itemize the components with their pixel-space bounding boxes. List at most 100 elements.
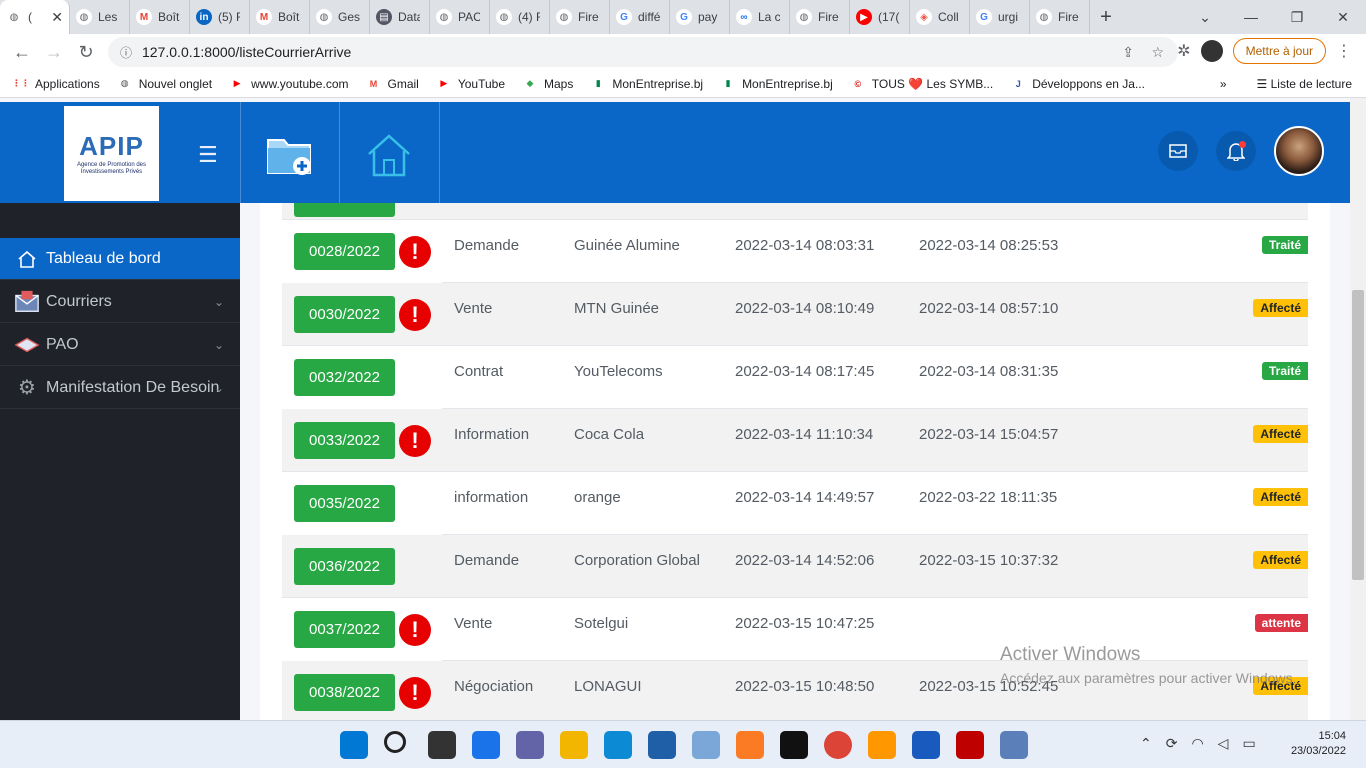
courrier-number-button[interactable]: 0028/2022 bbox=[294, 233, 395, 270]
browser-tab[interactable]: ◍ Ges bbox=[310, 0, 370, 34]
edge-icon[interactable] bbox=[604, 731, 632, 759]
chrome-icon[interactable] bbox=[824, 731, 852, 759]
user-avatar[interactable] bbox=[1274, 126, 1324, 176]
tab-label: Fire bbox=[818, 10, 839, 24]
word-icon[interactable] bbox=[912, 731, 940, 759]
file-explorer-icon[interactable] bbox=[560, 731, 588, 759]
info-icon[interactable]: ⓘ bbox=[120, 44, 132, 61]
bookmark-item[interactable]: J Développons en Ja... bbox=[1011, 77, 1145, 91]
number-cell: 0032/2022 bbox=[282, 346, 442, 409]
notification-dot bbox=[1239, 141, 1246, 148]
processed-date-cell: 2022-03-22 18:11:35 bbox=[919, 489, 1058, 506]
browser-tab[interactable]: ▶ (17( bbox=[850, 0, 910, 34]
table-row-partial bbox=[282, 203, 1308, 220]
search-icon[interactable] bbox=[384, 731, 406, 753]
bookmark-item[interactable]: ◍ Nouvel onglet bbox=[118, 77, 212, 91]
filezilla-icon[interactable] bbox=[956, 731, 984, 759]
home-outline-icon bbox=[14, 246, 40, 272]
browser-tab[interactable]: ∞ La c bbox=[730, 0, 790, 34]
courrier-number-button[interactable]: 0033/2022 bbox=[294, 422, 395, 459]
sidebar-item-pao[interactable]: PAO ⌄ bbox=[0, 324, 240, 366]
close-window-icon[interactable]: ✕ bbox=[1320, 0, 1366, 34]
courrier-number-button[interactable]: 0038/2022 bbox=[294, 674, 395, 711]
terminal-icon[interactable] bbox=[780, 731, 808, 759]
globe-icon: ◍ bbox=[556, 9, 572, 25]
share-icon[interactable]: ⇪ bbox=[1122, 44, 1134, 61]
bookmark-star-icon[interactable]: ☆ bbox=[1151, 44, 1164, 61]
minimize-icon[interactable]: — bbox=[1228, 0, 1274, 34]
browser-tab[interactable]: ◍ Les bbox=[70, 0, 130, 34]
maximize-icon[interactable]: ❐ bbox=[1274, 0, 1320, 34]
browser-tab[interactable]: ◍ PAC bbox=[430, 0, 490, 34]
courrier-number-button[interactable]: 0037/2022 bbox=[294, 611, 395, 648]
control-panel-icon[interactable] bbox=[692, 731, 720, 759]
browser-tab[interactable]: ◍ Fire bbox=[550, 0, 610, 34]
gmail-icon: M bbox=[369, 78, 378, 89]
bookmark-item[interactable]: ▶ YouTube bbox=[437, 77, 505, 91]
tray-icons[interactable]: ⌃⟳◠◁▭ bbox=[1140, 735, 1270, 752]
browser-tab[interactable]: ◈ Coll bbox=[910, 0, 970, 34]
sidebar-item-tableau-de-bord[interactable]: Tableau de bord bbox=[0, 238, 240, 280]
bookmark-item[interactable]: © TOUS ❤️ Les SYMB... bbox=[851, 77, 993, 91]
sidebar: Tableau de bord Courriers ⌄ PAO ⌄ ⚙ Mani… bbox=[0, 203, 240, 720]
menu-icon[interactable]: ⋮ bbox=[1336, 41, 1352, 61]
back-icon[interactable]: ← bbox=[6, 36, 38, 68]
update-button[interactable]: Mettre à jour bbox=[1232, 38, 1326, 64]
profile-avatar[interactable] bbox=[1200, 40, 1223, 62]
bookmark-item[interactable]: ▮ MonEntreprise.bj bbox=[591, 77, 703, 91]
courrier-number-button[interactable]: 0030/2022 bbox=[294, 296, 395, 333]
start-icon[interactable] bbox=[340, 731, 368, 759]
globe-icon: ◍ bbox=[120, 78, 129, 88]
sidebar-item-label: Courriers bbox=[46, 292, 112, 310]
browser-tab[interactable]: Gpay bbox=[670, 0, 730, 34]
new-tab-icon[interactable]: + bbox=[1090, 0, 1122, 34]
document-icon: ▤ bbox=[376, 9, 392, 25]
store-icon[interactable] bbox=[648, 731, 676, 759]
forward-icon[interactable]: → bbox=[38, 36, 70, 68]
sidebar-item-label: Manifestation De Besoin bbox=[46, 378, 220, 396]
browser-tab[interactable]: ▤ Data bbox=[370, 0, 430, 34]
browser-tab[interactable]: M Boît bbox=[130, 0, 190, 34]
browser-tab[interactable]: M Boît bbox=[250, 0, 310, 34]
clock[interactable]: 15:04 23/03/2022 bbox=[1291, 729, 1346, 759]
close-tab-icon[interactable]: ✕ bbox=[51, 9, 63, 26]
sidebar-item-courriers[interactable]: Courriers ⌄ bbox=[0, 281, 240, 323]
browser-tab[interactable]: in (5) F bbox=[190, 0, 250, 34]
number-cell: 0030/2022! bbox=[282, 283, 442, 346]
task-view-icon[interactable] bbox=[428, 731, 456, 759]
bookmark-item[interactable]: M Gmail bbox=[367, 77, 419, 91]
home-icon[interactable] bbox=[364, 130, 414, 180]
reload-icon[interactable]: ↻ bbox=[70, 36, 102, 68]
extensions-icon[interactable]: ✲ bbox=[1177, 41, 1190, 61]
xampp-icon[interactable] bbox=[736, 731, 764, 759]
teams-chat-icon[interactable] bbox=[516, 731, 544, 759]
bookmark-item[interactable]: ◆ Maps bbox=[523, 77, 574, 91]
remote-desktop-icon[interactable] bbox=[1000, 731, 1028, 759]
apip-logo[interactable]: APIP Agence de Promotion des Investissem… bbox=[64, 106, 159, 201]
browser-tab[interactable]: Gurgi bbox=[970, 0, 1030, 34]
bookmark-item[interactable]: ⋮⋮ Applications bbox=[12, 77, 100, 91]
browser-tab[interactable]: ◍ (4) F bbox=[490, 0, 550, 34]
windows-activation-watermark: Activer Windows Accédez aux paramètres p… bbox=[1000, 644, 1296, 686]
widgets-icon[interactable] bbox=[472, 731, 500, 759]
reading-list[interactable]: ☰ Liste de lecture bbox=[1257, 77, 1352, 91]
mail-icon[interactable] bbox=[1158, 131, 1198, 171]
bookmark-item[interactable]: ▶ www.youtube.com bbox=[230, 77, 349, 91]
tab-search-icon[interactable]: ⌄ bbox=[1182, 0, 1228, 34]
browser-tab[interactable]: ◍ Fire bbox=[1030, 0, 1090, 34]
sublime-text-icon[interactable] bbox=[868, 731, 896, 759]
new-folder-icon[interactable] bbox=[265, 130, 315, 180]
browser-tab[interactable]: Gdiffé bbox=[610, 0, 670, 34]
bookmark-item[interactable]: ▮ MonEntreprise.bj bbox=[721, 77, 833, 91]
courrier-number-button[interactable]: 0035/2022 bbox=[294, 485, 395, 522]
courrier-number-button[interactable]: 0036/2022 bbox=[294, 548, 395, 585]
hamburger-menu-icon[interactable]: ☰ bbox=[198, 142, 218, 168]
address-bar[interactable]: ⓘ 127.0.0.1:8000/listeCourrierArrive ⇪ ☆ bbox=[108, 37, 1178, 67]
scrollbar-thumb[interactable] bbox=[1352, 290, 1364, 580]
more-bookmarks-icon[interactable]: » bbox=[1220, 77, 1227, 91]
notification-bell-icon[interactable] bbox=[1216, 131, 1256, 171]
sidebar-item-manifestation-de-besoin[interactable]: ⚙ Manifestation De Besoin ⌄ bbox=[0, 367, 240, 409]
browser-tab[interactable]: ◍ Fire bbox=[790, 0, 850, 34]
courrier-number-button[interactable]: 0032/2022 bbox=[294, 359, 395, 396]
browser-tab[interactable]: ◍ (✕ bbox=[0, 0, 70, 34]
